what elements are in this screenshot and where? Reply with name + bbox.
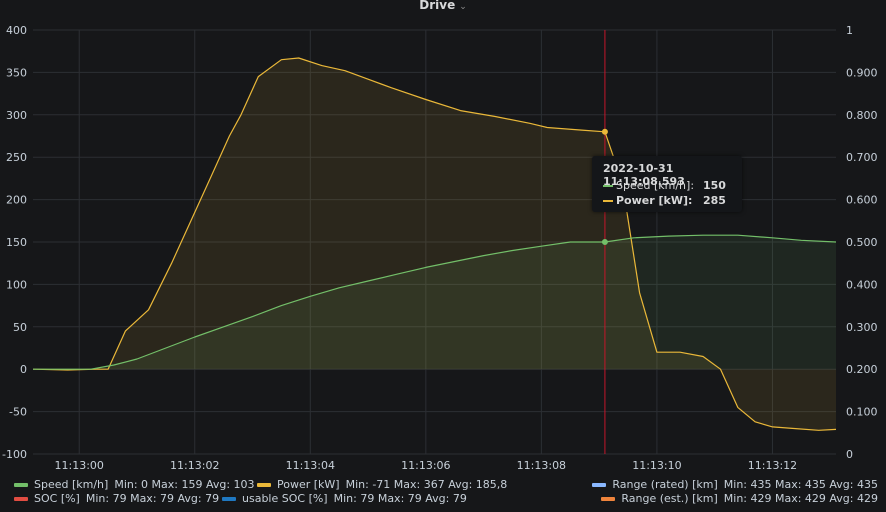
legend-swatch <box>222 497 236 501</box>
y-right-tick-label: 0 <box>846 448 853 461</box>
legend-swatch <box>592 483 607 487</box>
tooltip-label: Speed [km/h]: <box>616 179 695 192</box>
legend-stats: Min: 435 Max: 435 Avg: 435 <box>723 478 878 491</box>
y-right-tick-label: 0.400 <box>846 278 878 291</box>
y-right-tick-label: 0.700 <box>846 151 878 164</box>
y-left-tick-label: 300 <box>6 109 27 122</box>
y-left-tick-label: 100 <box>6 278 27 291</box>
tooltip-row-power: Power [kW]: 285 <box>603 194 733 208</box>
legend-label: Range (rated) [km] <box>612 478 718 491</box>
series-fills <box>33 58 836 431</box>
x-tick-label: 11:13:06 <box>401 459 450 472</box>
legend-stats: Min: 79 Max: 79 Avg: 79 <box>85 492 220 505</box>
x-tick-label: 11:13:10 <box>632 459 681 472</box>
legend-swatch <box>14 483 28 487</box>
tooltip-value: 285 <box>703 194 726 207</box>
legend-swatch <box>601 497 616 501</box>
legend-stats: Min: -71 Max: 367 Avg: 185,8 <box>345 478 508 491</box>
legend-label: Power [kW] <box>277 478 340 491</box>
y-left-tick-label: -100 <box>2 448 27 461</box>
x-tick-label: 11:13:02 <box>170 459 219 472</box>
legend-swatch <box>257 483 271 487</box>
y-axis-left: 400 350 300 250 200 150 100 50 0 -50 -100 <box>2 24 27 461</box>
x-tick-label: 11:13:04 <box>286 459 335 472</box>
hover-tooltip: 2022-10-31 11:13:08.593 Speed [km/h]: 150… <box>592 156 742 212</box>
tooltip-row-speed: Speed [km/h]: 150 <box>603 179 733 193</box>
legend-item-usable-soc[interactable]: usable SOC [%] Min: 79 Max: 79 Avg: 79 <box>222 491 467 507</box>
y-left-tick-label: 350 <box>6 66 27 79</box>
x-axis: 11:13:00 11:13:02 11:13:04 11:13:06 11:13:08… <box>55 459 798 472</box>
y-left-tick-label: 50 <box>13 321 27 334</box>
graph-panel: Drive ⌄ 400 350 300 250 200 150 100 50 0 -50 -100 1… <box>0 0 886 512</box>
y-right-tick-label: 0.900 <box>846 66 878 79</box>
y-left-tick-label: -50 <box>9 406 27 419</box>
tooltip-swatch <box>603 185 613 187</box>
hover-point-1 <box>601 239 608 245</box>
y-right-tick-label: 0.100 <box>846 406 878 419</box>
y-right-tick-label: 0.300 <box>846 321 878 334</box>
x-tick-label: 11:13:08 <box>517 459 566 472</box>
y-left-tick-label: 250 <box>6 151 27 164</box>
x-tick-label: 11:13:00 <box>55 459 104 472</box>
y-right-tick-label: 0.600 <box>846 194 878 207</box>
y-right-tick-label: 0.800 <box>846 109 878 122</box>
y-left-tick-label: 150 <box>6 236 27 249</box>
y-left-tick-label: 400 <box>6 24 27 37</box>
tooltip-value: 150 <box>703 179 726 192</box>
legend-stats: Min: 79 Max: 79 Avg: 79 <box>333 492 467 505</box>
y-right-tick-label: 0.500 <box>846 236 878 249</box>
y-axis-right: 1 0.900 0.800 0.700 0.600 0.500 0.400 0.300 0.20… <box>846 24 878 461</box>
hover-point-0 <box>601 128 608 135</box>
y-left-tick-label: 200 <box>6 194 27 207</box>
legend-swatch <box>14 497 28 501</box>
cursor-layer <box>601 30 608 454</box>
y-right-tick-label: 0.200 <box>846 363 878 376</box>
legend-item-range-est[interactable]: Range (est.) [km] Min: 429 Max: 429 Avg: … <box>601 491 878 507</box>
legend-label: usable SOC [%] <box>242 492 328 505</box>
legend-label: Speed [km/h] <box>34 478 109 491</box>
legend-label: SOC [%] <box>34 492 80 505</box>
legend-stats: Min: 0 Max: 159 Avg: 103 <box>114 478 255 491</box>
y-right-tick-label: 1 <box>846 24 853 37</box>
tooltip-label: Power [kW]: <box>616 194 693 207</box>
legend-item-soc[interactable]: SOC [%] Min: 79 Max: 79 Avg: 79 <box>14 491 219 507</box>
tooltip-swatch <box>603 200 613 202</box>
y-left-tick-label: 0 <box>20 363 27 376</box>
legend-stats: Min: 429 Max: 429 Avg: 429 <box>723 492 878 505</box>
legend-label: Range (est.) [km] <box>621 492 718 505</box>
chart-area[interactable]: 400 350 300 250 200 150 100 50 0 -50 -100 1 0.900 0.… <box>0 0 886 475</box>
x-tick-label: 11:13:12 <box>748 459 797 472</box>
